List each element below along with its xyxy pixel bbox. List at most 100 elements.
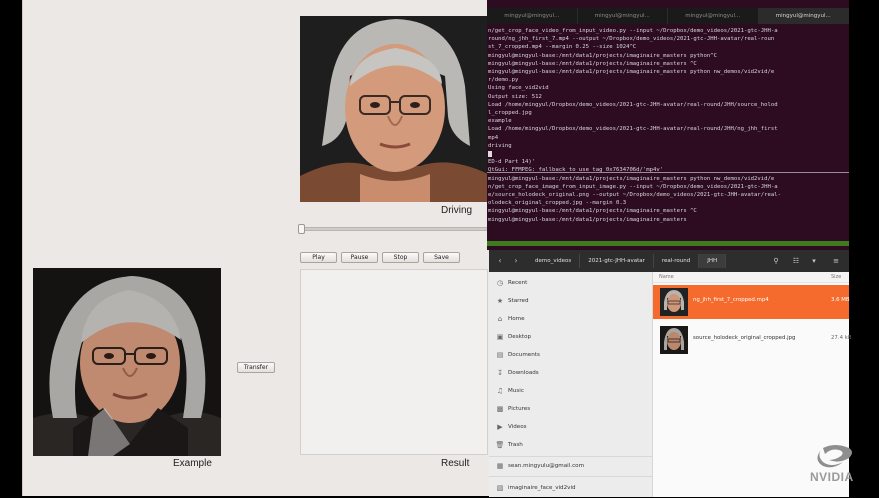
file-manager-sidebar: ◷ Recent ★ Starred ⌂ Home ▣ Desktop ▤ Documen… [489,272,653,497]
sidebar-item-videos[interactable]: ▶ Videos [495,421,526,433]
star-icon: ★ [496,297,504,305]
sidebar-item-recent[interactable]: ◷ Recent [495,277,527,289]
file-row-selected[interactable]: ng_jhh_first_7_cropped.mp4 3.6 MB [653,285,850,319]
video-thumbnail [660,288,688,316]
terminal-pane-divider[interactable] [487,172,849,173]
result-caption: Result [441,458,470,469]
sidebar-item-music[interactable]: ♫ Music [495,385,524,397]
terminal-line: example [488,118,512,125]
terminal-tab[interactable]: mingyul@mingyul... [487,8,578,24]
terminal-window[interactable]: mingyul@mingyul... mingyul@mingyul... mi… [487,0,849,250]
result-image-area [300,269,488,455]
sidebar-item-label: Starred [508,298,529,304]
seek-slider-handle[interactable] [298,224,305,234]
terminal-line: r/demo.py [488,77,519,84]
example-image [33,268,221,456]
terminal-line: n/get_crop_face_video_from_input_video.p… [488,28,778,34]
music-icon: ♫ [496,387,504,395]
terminal-line: Output size: 512 [488,93,542,100]
search-icon[interactable]: ⚲ [769,254,783,268]
driving-video-frame [300,16,488,202]
transfer-button[interactable]: Transfer [237,362,275,373]
terminal-line: Load /home/mingyul/Dropbox/demo_videos/2… [488,101,778,108]
terminal-line: QtGui: FFMPEG: fallback to use tag 0x763… [488,167,664,174]
sidebar-divider [489,456,653,457]
terminal-line: n/get_crop_face_image_from_input_image.p… [488,183,778,190]
sidebar-item-desktop[interactable]: ▣ Desktop [495,331,531,343]
file-row[interactable]: source_holodeck_original_cropped.jpg 27.… [653,323,852,357]
save-button[interactable]: Save [423,252,460,263]
chevron-down-icon[interactable]: ▾ [807,254,821,268]
column-header-size[interactable]: Size [831,272,841,283]
sidebar-item-drive[interactable]: ▧ imaginaire_face_vid2vid [495,482,576,494]
sidebar-item-label: Downloads [508,370,539,376]
view-options-icon[interactable]: ☷ [789,254,803,268]
play-button[interactable]: Play [300,252,337,263]
file-name: ng_jhh_first_7_cropped.mp4 [693,297,769,303]
desktop-icon: ▣ [496,333,504,341]
nvidia-watermark: NVIDIA [810,470,854,484]
terminal-line: mingyul@mingyul-base:/mnt/data1/projects… [488,216,687,223]
clock-icon: ◷ [496,279,504,287]
terminal-tab[interactable]: mingyul@mingyul... [578,8,668,24]
sidebar-item-label: Pictures [508,406,531,412]
sidebar-item-trash[interactable]: 🗑 Trash [495,439,523,451]
sidebar-item-home[interactable]: ⌂ Home [495,313,525,325]
column-header-name[interactable]: Name [659,272,674,283]
terminal-line: mingyul@mingyul-base:/mnt/data1/projects… [488,60,697,67]
sidebar-item-label: Home [508,316,525,322]
terminal-cursor-line [488,150,848,158]
sidebar-item-starred[interactable]: ★ Starred [495,295,529,307]
terminal-line: e/source_holodeck_original.png --output … [488,192,781,199]
file-size: 3.6 MB [831,297,850,303]
terminal-line: round/ng_jhh_first_7.mp4 --output ~/Drop… [488,36,775,43]
terminal-status-bar [487,241,849,246]
example-caption: Example [173,458,212,469]
terminal-tab-active[interactable]: mingyul@mingyul... [758,8,849,24]
breadcrumb-item-current[interactable]: JHH [699,254,727,268]
sidebar-item-pictures[interactable]: ▩ Pictures [495,403,530,415]
sidebar-item-account[interactable]: ▦ sean.mingyulu@gmail.com [495,460,584,472]
sidebar-item-downloads[interactable]: ↧ Downloads [495,367,539,379]
terminal-line: Load /home/mingyul/Dropbox/demo_videos/2… [488,126,778,133]
home-icon: ⌂ [497,315,503,323]
documents-icon: ▤ [496,351,504,359]
file-size: 27.4 kB [831,335,852,341]
pictures-icon: ▩ [496,405,504,413]
trash-icon: 🗑 [495,441,505,449]
terminal-line: ED-d Part 14)' [488,159,536,166]
file-manager-window: ‹ › demo_videos 2021-gtc-JHH-avatar real… [489,250,852,497]
drive-icon: ▧ [496,484,504,492]
video-seek-slider[interactable] [298,224,488,234]
videos-icon: ▶ [497,423,503,431]
breadcrumb-item[interactable]: real-round [654,254,700,268]
breadcrumb-item[interactable]: demo_videos [527,254,581,268]
terminal-tab[interactable]: mingyul@mingyul... [668,8,759,24]
sidebar-item-documents[interactable]: ▤ Documents [495,349,540,361]
sidebar-item-label: sean.mingyulu@gmail.com [508,463,585,469]
back-icon[interactable]: ‹ [493,254,507,268]
terminal-line: mp4 [488,134,499,141]
terminal-output: n/get_crop_face_video_from_input_video.p… [488,27,848,249]
driving-caption: Driving [441,205,473,216]
sidebar-item-label: Recent [508,280,528,286]
terminal-line: driving [488,142,512,149]
forward-icon[interactable]: › [509,254,523,268]
pause-button[interactable]: Pause [341,252,378,263]
stop-button[interactable]: Stop [382,252,419,263]
terminal-line: olodeck_original_cropped.jpg --margin 0.… [488,200,627,207]
terminal-line: st_7_cropped.mp4 --margin 0.25 --size 10… [488,44,637,51]
menu-icon[interactable]: ≡ [829,254,843,268]
account-icon: ▦ [496,462,504,470]
file-manager-header: ‹ › demo_videos 2021-gtc-JHH-avatar real… [489,250,849,272]
terminal-line: l_cropped.jpg [488,110,532,117]
file-name: source_holodeck_original_cropped.jpg [693,335,796,341]
face-vid2vid-demo-window: Driving Play Pause Stop Save Example Tra… [22,0,489,496]
terminal-cursor [488,150,492,157]
breadcrumb-item[interactable]: 2021-gtc-JHH-avatar [580,254,654,268]
sidebar-divider [489,476,653,477]
terminal-line: mingyul@mingyul-base:/mnt/data1/projects… [488,69,775,76]
image-thumbnail [660,326,688,354]
sidebar-item-label: Trash [508,442,523,448]
downloads-icon: ↧ [497,369,503,377]
